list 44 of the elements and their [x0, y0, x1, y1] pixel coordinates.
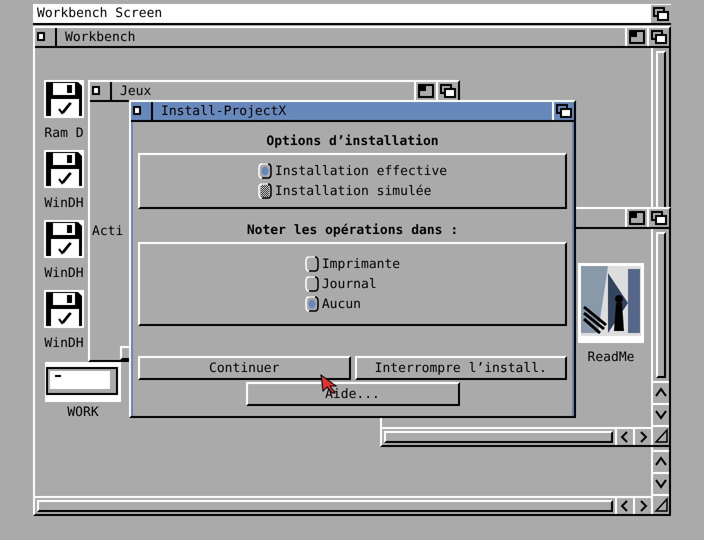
floppy-disk-icon[interactable] [43, 219, 85, 259]
resize-gadget-icon[interactable] [653, 425, 669, 445]
radio-button[interactable] [304, 256, 319, 272]
horizontal-scroll-knob[interactable] [37, 500, 613, 512]
icon-label[interactable]: WinDH [44, 337, 84, 350]
window-title: Workbench [64, 30, 136, 44]
radio-button[interactable] [258, 163, 272, 179]
zoom-gadget-icon[interactable] [625, 28, 647, 46]
dialog-button[interactable]: Aide... [246, 382, 460, 406]
icon-label[interactable]: WinDH [44, 197, 84, 210]
vertical-scroll-knob[interactable] [656, 232, 666, 378]
floppy-disk-icon[interactable] [43, 149, 85, 189]
depth-gadget-icon[interactable] [647, 28, 669, 46]
window-title: Install-ProjectX [160, 104, 286, 118]
floppy-disk-icon[interactable] [43, 79, 85, 119]
close-gadget-icon[interactable] [90, 82, 112, 100]
option-label[interactable]: Installation effective [274, 164, 448, 178]
horizontal-scroll-knob[interactable] [384, 431, 613, 443]
depth-gadget-icon[interactable] [552, 102, 574, 120]
icon-label[interactable]: WORK [67, 406, 99, 419]
dialog-button[interactable]: Interrompre l’install. [354, 356, 567, 380]
icon-label[interactable]: Ram D [44, 127, 84, 140]
depth-gadget-icon[interactable] [651, 4, 671, 22]
resize-gadget-icon[interactable] [653, 494, 669, 514]
drawer-text: Acti [92, 225, 124, 238]
close-gadget-icon[interactable] [131, 102, 153, 120]
group-heading: Noter les opérations dans : [246, 224, 460, 237]
floppy-disk-icon[interactable] [43, 289, 85, 329]
option-label[interactable]: Aucun [322, 298, 361, 310]
radio-button[interactable] [304, 276, 319, 292]
close-gadget-icon[interactable] [35, 28, 57, 46]
icon-label[interactable]: ReadMe [588, 351, 634, 364]
window-title: Jeux [119, 84, 152, 98]
icon-label[interactable]: WinDH [44, 267, 84, 280]
option-label[interactable]: Journal [322, 278, 377, 290]
screen-title: Workbench Screen [36, 7, 164, 20]
radio-button[interactable] [304, 296, 319, 312]
option-label[interactable]: Imprimante [322, 258, 400, 270]
depth-gadget-icon[interactable] [647, 209, 669, 227]
dialog-button[interactable]: Continuer [138, 356, 350, 380]
artwork-icon[interactable] [578, 263, 644, 343]
group-heading: Options d’installation [265, 135, 440, 148]
zoom-gadget-icon[interactable] [625, 209, 647, 227]
hard-drive-icon[interactable] [45, 362, 121, 402]
